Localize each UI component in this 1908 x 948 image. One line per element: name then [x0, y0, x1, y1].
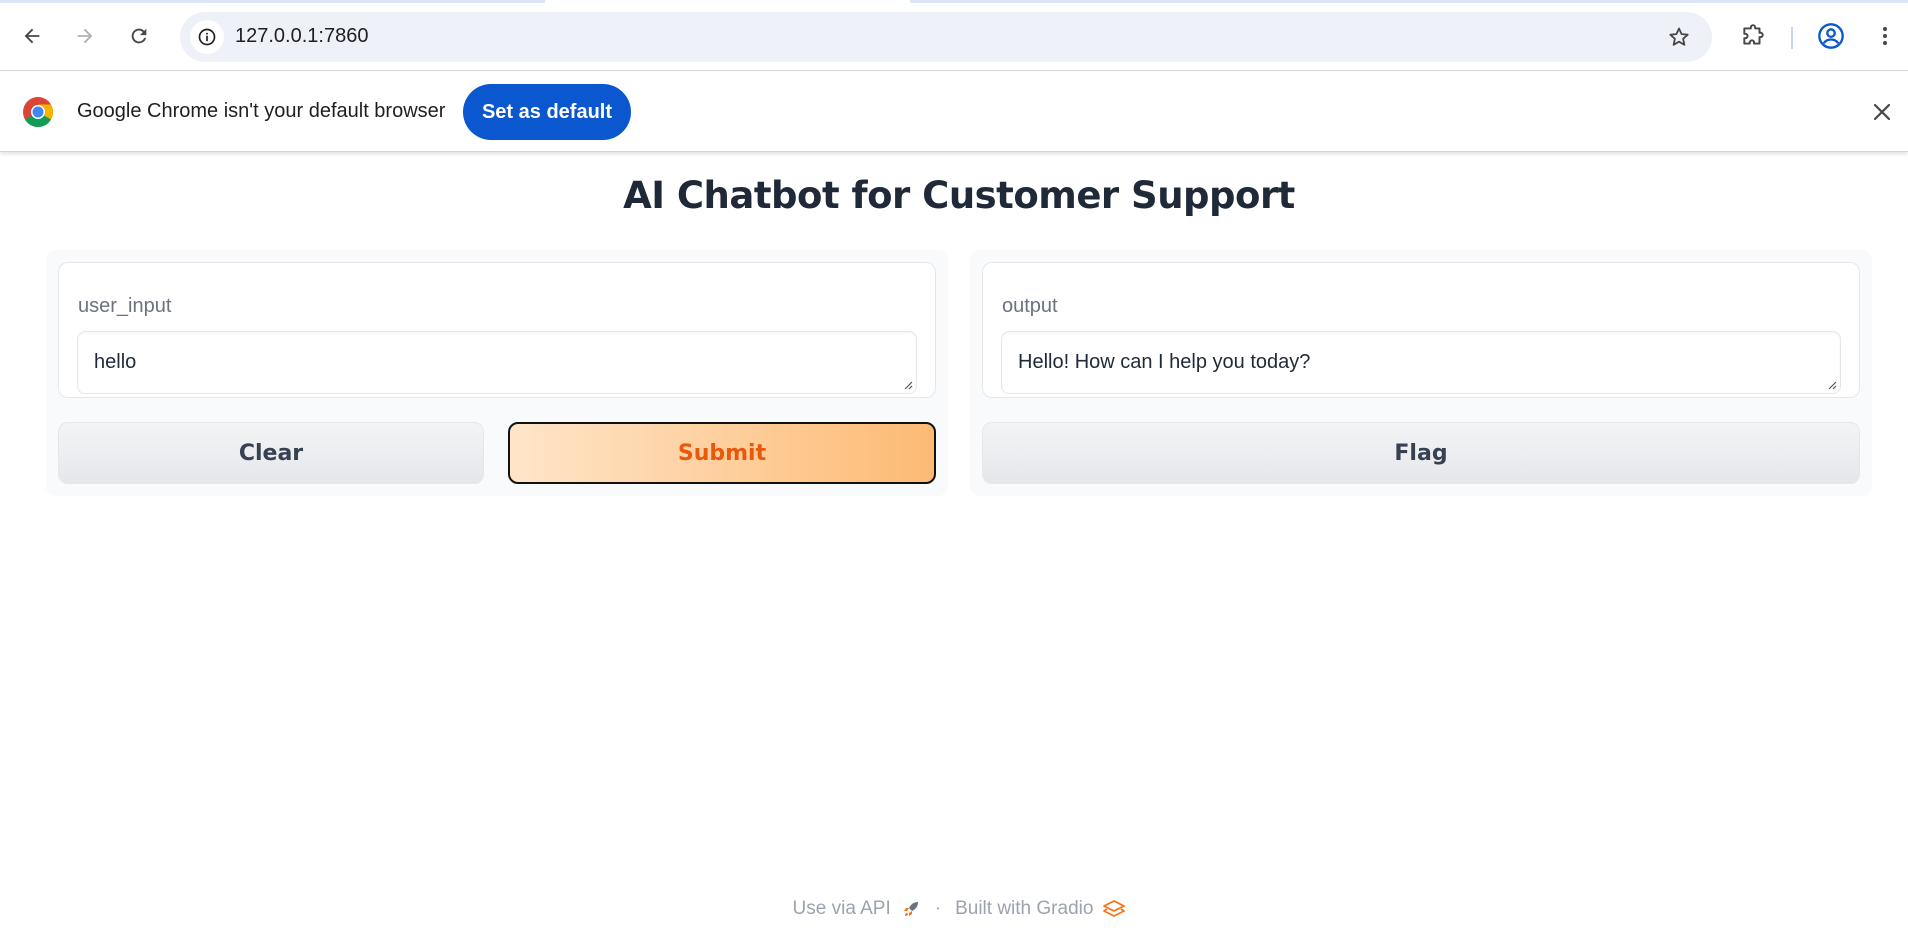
browser-toolbar: 127.0.0.1:7860	[0, 3, 1908, 71]
toolbar-separator	[1791, 27, 1793, 49]
extensions-icon	[1743, 24, 1764, 45]
default-browser-infobar: Google Chrome isn't your default browser…	[0, 72, 1908, 152]
url-text[interactable]: 127.0.0.1:7860	[235, 25, 368, 48]
output-label: output	[1002, 295, 1058, 317]
chrome-menu-button[interactable]	[1866, 17, 1904, 55]
user-input-label: user_input	[78, 295, 172, 317]
set-as-default-button[interactable]: Set as default	[463, 84, 631, 140]
resize-handle-icon[interactable]	[1825, 378, 1837, 390]
forward-arrow-icon	[77, 28, 93, 44]
user-input-value[interactable]: hello	[94, 351, 136, 374]
footer: Use via API · Built with Gradio	[0, 898, 1908, 920]
infobar-message: Google Chrome isn't your default browser	[77, 100, 446, 122]
input-panel: user_input hello Clear Submit	[46, 250, 948, 496]
reload-button[interactable]	[120, 17, 158, 55]
output-textbox[interactable]: Hello! How can I help you today?	[1001, 331, 1841, 394]
back-arrow-icon	[24, 28, 40, 44]
chrome-logo-icon	[23, 97, 54, 128]
user-input-block: user_input hello	[58, 262, 936, 398]
bookmark-button[interactable]	[1666, 24, 1692, 50]
reload-icon	[131, 28, 147, 44]
submit-button[interactable]: Submit	[508, 422, 936, 484]
output-panel: output Hello! How can I help you today? …	[970, 250, 1872, 496]
extensions-button[interactable]	[1734, 17, 1772, 55]
site-info-icon	[198, 28, 216, 46]
clear-button[interactable]: Clear	[58, 422, 484, 484]
menu-dots-icon	[1883, 27, 1887, 45]
forward-button[interactable]	[66, 17, 104, 55]
footer-separator: ·	[934, 898, 942, 919]
gradio-logo-icon	[1103, 900, 1126, 917]
use-via-api-link[interactable]: Use via API	[793, 898, 891, 920]
resize-handle-icon[interactable]	[901, 378, 913, 390]
output-block: output Hello! How can I help you today?	[982, 262, 1860, 398]
profile-icon	[1818, 23, 1844, 49]
output-value: Hello! How can I help you today?	[1018, 351, 1311, 373]
page-title: AI Chatbot for Customer Support	[623, 174, 1295, 217]
site-info-button[interactable]	[190, 20, 224, 54]
back-button[interactable]	[13, 17, 51, 55]
bookmark-star-icon	[1669, 27, 1689, 46]
user-input-textbox[interactable]: hello	[77, 331, 917, 394]
infobar-close-button[interactable]	[1866, 96, 1898, 128]
address-bar[interactable]: 127.0.0.1:7860	[180, 12, 1712, 62]
close-icon	[1873, 103, 1891, 121]
profile-button[interactable]	[1812, 17, 1850, 55]
rocket-icon	[903, 902, 918, 916]
built-with-gradio-link[interactable]: Built with Gradio	[955, 898, 1093, 920]
flag-button[interactable]: Flag	[982, 422, 1860, 484]
